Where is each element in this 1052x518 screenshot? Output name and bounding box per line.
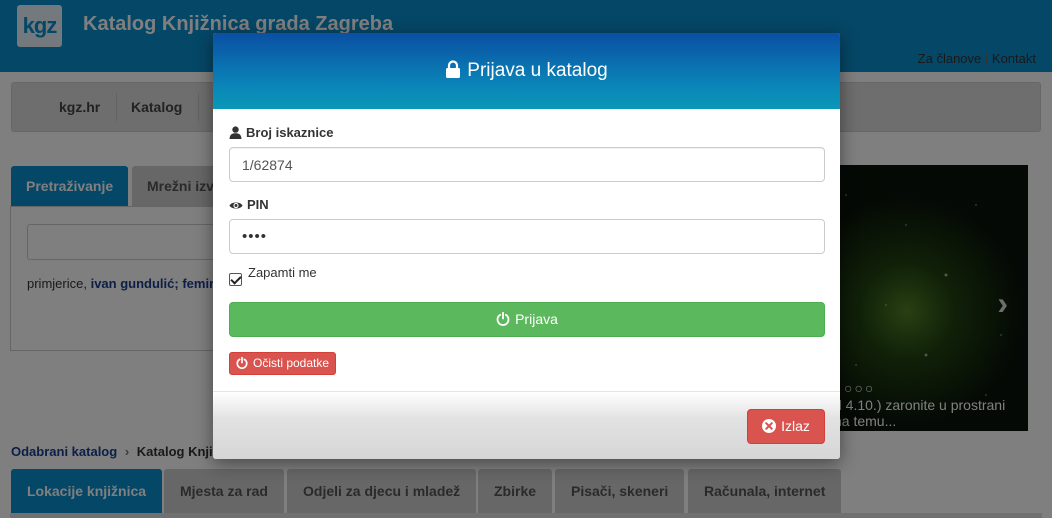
card-number-label: Broj iskaznice — [229, 125, 333, 140]
login-button[interactable]: Prijava — [229, 302, 825, 337]
login-modal: Prijava u katalog Broj iskaznice PIN •••… — [213, 33, 840, 459]
modal-header: Prijava u katalog — [213, 33, 840, 109]
power-icon — [496, 312, 510, 326]
remember-me[interactable]: Zapamti me — [229, 265, 317, 286]
close-button[interactable]: Izlaz — [747, 409, 825, 444]
login-button-label: Prijava — [515, 311, 558, 327]
modal-title: Prijava u katalog — [213, 60, 840, 82]
eye-icon — [229, 202, 243, 209]
user-icon — [229, 126, 242, 139]
clear-data-button[interactable]: Očisti podatke — [229, 352, 337, 375]
lock-icon — [446, 60, 461, 78]
modal-title-text: Prijava u katalog — [467, 60, 608, 81]
close-icon — [762, 419, 777, 433]
clear-data-button-label: Očisti podatke — [253, 356, 330, 370]
card-number-label-text: Broj iskaznice — [246, 125, 334, 140]
pin-label-text: PIN — [247, 197, 269, 212]
card-number-input[interactable] — [229, 147, 825, 182]
pin-input[interactable]: •••• — [229, 219, 825, 254]
pin-label: PIN — [229, 197, 269, 212]
power-icon — [236, 357, 248, 369]
close-button-label: Izlaz — [781, 418, 810, 434]
remember-me-label: Zapamti me — [248, 265, 317, 280]
remember-me-checkbox[interactable] — [229, 273, 242, 286]
modal-footer: Izlaz — [213, 391, 840, 459]
